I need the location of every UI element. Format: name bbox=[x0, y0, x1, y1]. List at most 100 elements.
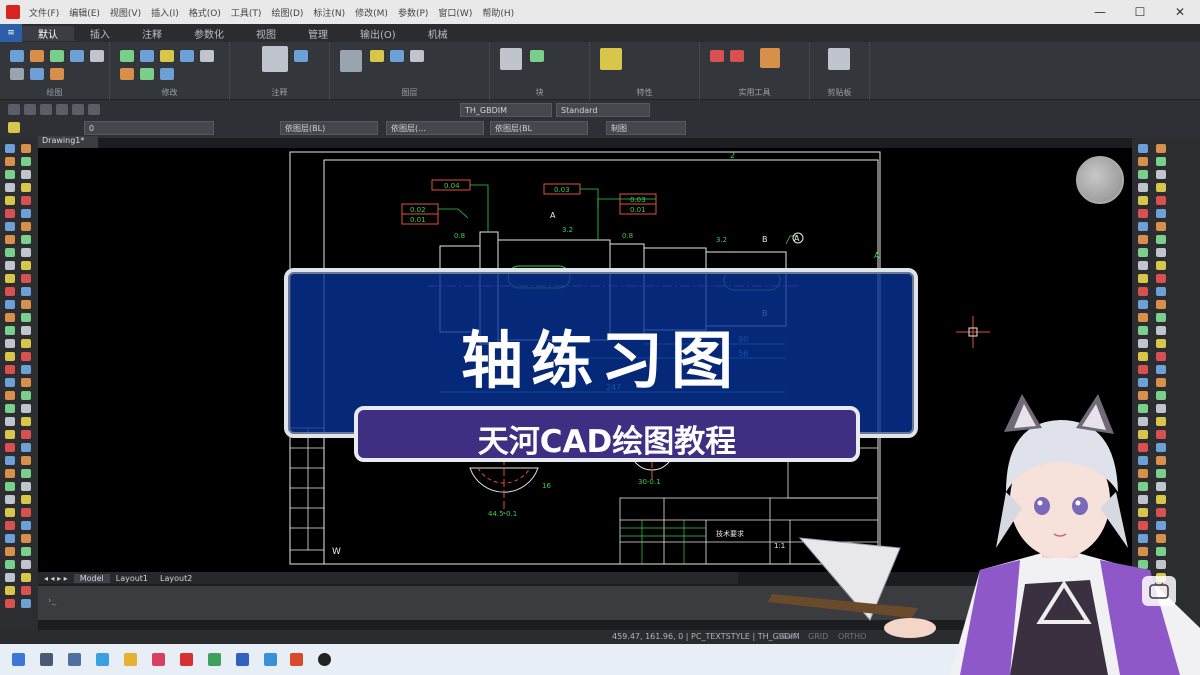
tool-icon[interactable] bbox=[5, 599, 15, 608]
tool-icon[interactable] bbox=[21, 313, 31, 322]
redo-icon[interactable] bbox=[88, 104, 100, 115]
tool-icon[interactable] bbox=[1156, 144, 1166, 153]
menu-item[interactable]: 工具(T) bbox=[226, 6, 267, 19]
tool-icon[interactable] bbox=[21, 482, 31, 491]
tool-icon[interactable] bbox=[5, 287, 15, 296]
lineweight-select[interactable]: 依图层(BL bbox=[490, 121, 588, 135]
tool-icon[interactable] bbox=[1138, 183, 1148, 192]
tool-icon[interactable] bbox=[5, 417, 15, 426]
layer-state-icon[interactable] bbox=[8, 122, 20, 133]
tool-icon[interactable] bbox=[21, 326, 31, 335]
undo-icon[interactable] bbox=[72, 104, 84, 115]
tool-icon[interactable] bbox=[5, 456, 15, 465]
rotate-tool-icon[interactable] bbox=[140, 50, 154, 62]
search-icon[interactable] bbox=[40, 653, 53, 666]
maximize-button[interactable]: ☐ bbox=[1120, 0, 1160, 24]
fillet-tool-icon[interactable] bbox=[120, 68, 134, 80]
tool-icon[interactable] bbox=[5, 339, 15, 348]
tool-icon[interactable] bbox=[1138, 196, 1148, 205]
tool-icon[interactable] bbox=[1138, 365, 1148, 374]
menu-item[interactable]: 修改(M) bbox=[350, 6, 393, 19]
tool-icon[interactable] bbox=[5, 469, 15, 478]
layer-select[interactable]: 0 bbox=[84, 121, 214, 135]
tool-icon[interactable] bbox=[21, 560, 31, 569]
tool-icon[interactable] bbox=[21, 521, 31, 530]
tool-icon[interactable] bbox=[1138, 287, 1148, 296]
tool-icon[interactable] bbox=[5, 300, 15, 309]
ribbon-tab[interactable]: 视图 bbox=[240, 26, 292, 41]
tool-icon[interactable] bbox=[1138, 235, 1148, 244]
tool-icon[interactable] bbox=[21, 469, 31, 478]
menu-item[interactable]: 格式(O) bbox=[184, 6, 226, 19]
linetype-select[interactable]: 依图层(... bbox=[386, 121, 484, 135]
layer-freeze-icon[interactable] bbox=[390, 50, 404, 62]
text-tool-icon[interactable] bbox=[262, 46, 288, 72]
tool-icon[interactable] bbox=[21, 456, 31, 465]
tool-icon[interactable] bbox=[1156, 378, 1166, 387]
dimension-tool-icon[interactable] bbox=[294, 50, 308, 62]
ribbon-tab[interactable]: 机械 bbox=[412, 26, 464, 41]
app-icon[interactable] bbox=[264, 653, 277, 666]
tool-icon[interactable] bbox=[1156, 352, 1166, 361]
tool-icon[interactable] bbox=[5, 573, 15, 582]
ribbon-tab[interactable]: 参数化 bbox=[178, 26, 240, 41]
tool-icon[interactable] bbox=[5, 326, 15, 335]
menu-item[interactable]: 窗口(W) bbox=[433, 6, 477, 19]
menu-item[interactable]: 插入(I) bbox=[146, 6, 184, 19]
tool-icon[interactable] bbox=[21, 365, 31, 374]
tool-icon[interactable] bbox=[5, 404, 15, 413]
tool-icon[interactable] bbox=[1138, 352, 1148, 361]
tool-icon[interactable] bbox=[5, 482, 15, 491]
tool-icon[interactable] bbox=[5, 183, 15, 192]
tool-icon[interactable] bbox=[5, 274, 15, 283]
paste-icon[interactable] bbox=[828, 48, 850, 70]
browser-icon[interactable] bbox=[96, 653, 109, 666]
save-icon[interactable] bbox=[40, 104, 52, 115]
tool-icon[interactable] bbox=[21, 196, 31, 205]
tool-icon[interactable] bbox=[21, 352, 31, 361]
tool-icon[interactable] bbox=[21, 573, 31, 582]
tool-icon[interactable] bbox=[21, 339, 31, 348]
folder-icon[interactable] bbox=[124, 653, 137, 666]
tool-icon[interactable] bbox=[5, 144, 15, 153]
tool-icon[interactable] bbox=[21, 547, 31, 556]
tool-icon[interactable] bbox=[1138, 170, 1148, 179]
tool-icon[interactable] bbox=[21, 599, 31, 608]
new-icon[interactable] bbox=[8, 104, 20, 115]
tool-icon[interactable] bbox=[21, 586, 31, 595]
tool-icon[interactable] bbox=[21, 417, 31, 426]
tool-icon[interactable] bbox=[1156, 183, 1166, 192]
scale-tool-icon[interactable] bbox=[160, 68, 174, 80]
tool-icon[interactable] bbox=[5, 365, 15, 374]
tool-icon[interactable] bbox=[1156, 248, 1166, 257]
menu-item[interactable]: 编辑(E) bbox=[64, 6, 105, 19]
create-block-icon[interactable] bbox=[530, 50, 544, 62]
polyline-tool-icon[interactable] bbox=[30, 50, 44, 62]
tool-icon[interactable] bbox=[1156, 235, 1166, 244]
file-tab[interactable]: Drawing1* bbox=[38, 136, 98, 148]
tool-icon[interactable] bbox=[5, 235, 15, 244]
tab-layout1[interactable]: Layout1 bbox=[110, 574, 154, 583]
text-style-select[interactable]: TH_GBDIM bbox=[460, 103, 552, 117]
app-icon[interactable] bbox=[152, 653, 165, 666]
tool-icon[interactable] bbox=[21, 248, 31, 257]
tool-icon[interactable] bbox=[1156, 261, 1166, 270]
open-icon[interactable] bbox=[24, 104, 36, 115]
tool-icon[interactable] bbox=[5, 443, 15, 452]
hatch-tool-icon[interactable] bbox=[10, 68, 24, 80]
tool-icon[interactable] bbox=[21, 443, 31, 452]
circle-tool-icon[interactable] bbox=[50, 50, 64, 62]
match-properties-icon[interactable] bbox=[600, 48, 622, 70]
tool-icon[interactable] bbox=[21, 391, 31, 400]
tool-icon[interactable] bbox=[21, 209, 31, 218]
record-icon[interactable] bbox=[318, 653, 331, 666]
tool-icon[interactable] bbox=[21, 300, 31, 309]
move-tool-icon[interactable] bbox=[120, 50, 134, 62]
tool-icon[interactable] bbox=[21, 495, 31, 504]
tool-icon[interactable] bbox=[5, 352, 15, 361]
menu-item[interactable]: 参数(P) bbox=[393, 6, 433, 19]
cad-app-icon[interactable] bbox=[180, 653, 193, 666]
tab-model[interactable]: Model bbox=[73, 573, 110, 583]
quick-select-icon[interactable] bbox=[730, 50, 744, 62]
app-icon[interactable] bbox=[236, 653, 249, 666]
